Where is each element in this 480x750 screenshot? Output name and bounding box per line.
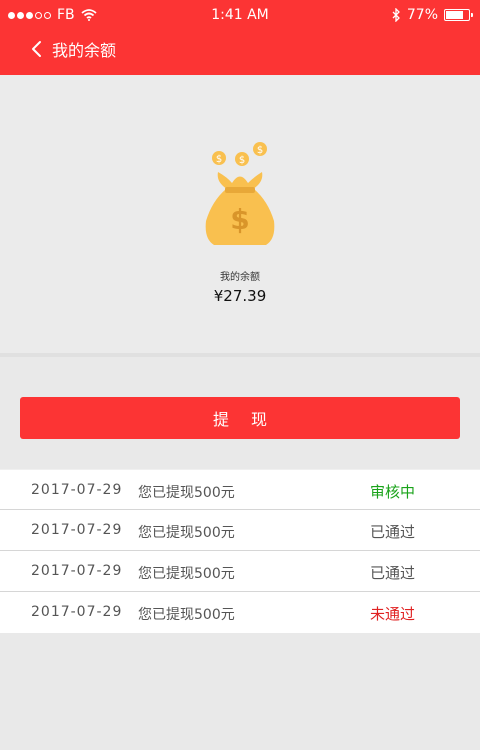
battery-level — [446, 11, 463, 19]
record-date: 2017-07-29 — [31, 522, 123, 538]
record-date: 2017-07-29 — [31, 482, 123, 498]
record-row[interactable]: 2017-07-29 您已提现500元 已通过 — [0, 510, 480, 551]
record-description: 您已提现500元 — [138, 566, 235, 582]
svg-text:$: $ — [239, 155, 245, 166]
record-row[interactable]: 2017-07-29 您已提现500元 审核中 — [0, 469, 480, 510]
status-bar: FB 1:41 AM 77% — [0, 0, 480, 30]
money-bag-icon: $ $ $ $ — [205, 142, 275, 245]
record-row[interactable]: 2017-07-29 您已提现500元 已通过 — [0, 551, 480, 592]
page-title: 我的余额 — [52, 41, 117, 60]
record-row[interactable]: 2017-07-29 您已提现500元 未通过 — [0, 592, 480, 633]
withdraw-button[interactable]: 提现 — [20, 397, 460, 439]
svg-text:$: $ — [257, 145, 263, 156]
record-status: 已通过 — [370, 564, 416, 582]
withdrawal-records-list: 2017-07-29 您已提现500元 审核中 2017-07-29 您已提现5… — [0, 469, 480, 633]
svg-text:$: $ — [216, 154, 222, 165]
battery-icon — [444, 9, 473, 21]
app-header: FB 1:41 AM 77% 我的余额 — [0, 0, 480, 75]
record-status: 审核中 — [370, 483, 416, 501]
record-status: 已通过 — [370, 523, 416, 541]
status-right: 77% — [392, 7, 473, 23]
balance-section: $ $ $ $ 我的余额 ¥27.39 — [0, 75, 480, 353]
balance-amount: ¥27.39 — [213, 287, 267, 305]
record-date: 2017-07-29 — [31, 563, 123, 579]
battery-percent: 77% — [406, 7, 438, 23]
balance-label: 我的余额 — [220, 272, 260, 283]
bluetooth-icon — [392, 8, 400, 22]
record-description: 您已提现500元 — [138, 607, 235, 623]
back-button[interactable]: 我的余额 — [30, 36, 116, 62]
section-divider — [0, 353, 480, 357]
record-description: 您已提现500元 — [138, 525, 235, 541]
record-description: 您已提现500元 — [138, 485, 235, 501]
record-date: 2017-07-29 — [31, 604, 123, 620]
svg-text:$: $ — [230, 203, 249, 236]
record-status: 未通过 — [370, 605, 416, 623]
back-chevron-icon — [32, 41, 41, 57]
